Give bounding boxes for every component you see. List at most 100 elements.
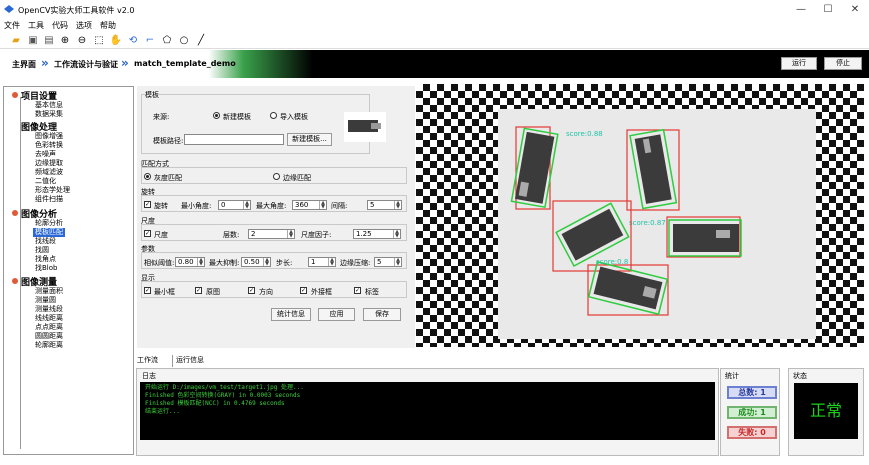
tree-item[interactable]: 找角点 <box>33 255 58 264</box>
folder-open-icon[interactable]: ▰ <box>9 34 23 47</box>
tree-item[interactable]: 色彩转换 <box>33 141 65 150</box>
tree-item[interactable]: 基本信息 <box>33 101 65 110</box>
edge-compress-input[interactable]: 5 ▲ ▼ <box>374 257 402 267</box>
radio-import-template[interactable] <box>270 112 277 119</box>
run-button[interactable]: 运行 <box>781 57 817 70</box>
threshold-input[interactable]: 0.80 ▲ ▼ <box>175 257 205 267</box>
zoom-in-icon[interactable]: ⊕ <box>58 34 72 47</box>
radio-edge-match[interactable] <box>273 173 280 180</box>
window-title: OpenCV实验大师工具软件 v2.0 <box>18 6 135 15</box>
radio-gray-match[interactable] <box>144 173 151 180</box>
breadcrumb-separator: » <box>121 56 129 70</box>
tree-item[interactable]: 组件扫描 <box>33 195 65 204</box>
step-label: 间隔: <box>331 202 348 210</box>
log-console[interactable]: 开始运行 D:/images/vm_test/target1.jpg 处理...… <box>140 382 715 440</box>
tree-item[interactable]: 点点距离 <box>33 323 65 332</box>
detection-score: score:0.87 <box>629 219 666 227</box>
tree-item[interactable]: 找线段 <box>33 237 58 246</box>
pstep-label: 步长: <box>276 259 293 267</box>
rotate-checkbox[interactable]: ✓ <box>144 201 151 208</box>
path-label: 模板路径: <box>153 137 184 145</box>
breadcrumb-home[interactable]: 主界面 <box>12 59 36 70</box>
tree-item[interactable]: 测量面积 <box>33 287 65 296</box>
clipboard-icon[interactable]: ▤ <box>42 34 56 47</box>
stats-button[interactable]: 统计信息 <box>271 308 311 321</box>
save-icon[interactable]: ▣ <box>26 34 40 47</box>
minimize-button[interactable]: — <box>791 4 811 15</box>
tree-item[interactable]: 频域滤波 <box>33 168 65 177</box>
outline-checkbox[interactable]: ✓ <box>195 287 202 294</box>
menu-bar: 文件 工具 代码 选项 帮助 <box>0 20 869 32</box>
tree-item[interactable]: 图像增强 <box>33 132 65 141</box>
tree-item[interactable]: 轮廓分析 <box>33 219 65 228</box>
image-view[interactable]: score:0.88 score:0.87 score:0.8 <box>416 84 864 347</box>
success-count-badge: 成功: 1 <box>727 406 777 419</box>
max-angle-input[interactable]: 360 ▲ ▼ <box>292 200 327 210</box>
scale-factor-input[interactable]: 1.25 ▲ ▼ <box>353 229 401 239</box>
checkbox-label: 尺度 <box>154 231 168 239</box>
direction-checkbox[interactable]: ✓ <box>248 287 255 294</box>
min-angle-input[interactable]: 0 ▲ ▼ <box>218 200 251 210</box>
menu-options[interactable]: 选项 <box>76 20 92 32</box>
maximize-button[interactable]: ☐ <box>818 4 838 15</box>
polygon-icon[interactable]: ⬠ <box>160 34 174 47</box>
step-input[interactable]: 5 ▲ ▼ <box>367 200 402 210</box>
radio-label: 边缘匹配 <box>283 174 311 182</box>
save-button[interactable]: 保存 <box>363 308 401 321</box>
status-title: 状态 <box>793 372 807 380</box>
menu-help[interactable]: 帮助 <box>100 20 116 32</box>
template-path-input[interactable] <box>184 134 284 145</box>
menu-file[interactable]: 文件 <box>4 20 20 32</box>
tab-workflow[interactable]: 工作流 <box>137 355 158 367</box>
scale-checkbox[interactable]: ✓ <box>144 230 151 237</box>
tree-item-selected[interactable]: 模板匹配 <box>33 228 65 237</box>
hand-icon[interactable]: ✋ <box>109 34 123 47</box>
zoom-out-icon[interactable]: ⊖ <box>75 34 89 47</box>
levels-input[interactable]: 2 ▲ ▼ <box>248 229 295 239</box>
tree-item[interactable]: 圆圆距离 <box>33 332 65 341</box>
rotate-icon[interactable]: ⟲ <box>126 34 140 47</box>
checkbox-label: 外接框 <box>311 288 332 296</box>
tree-item[interactable]: 去噪声 <box>33 150 58 159</box>
menu-tools[interactable]: 工具 <box>28 20 44 32</box>
section-title: 模板 <box>145 90 159 100</box>
tree-item[interactable]: 形态学处理 <box>33 186 72 195</box>
tree-item[interactable]: 数据采集 <box>33 110 65 119</box>
tree-item[interactable]: 线线距离 <box>33 314 65 323</box>
apply-button[interactable]: 应用 <box>318 308 355 321</box>
stop-button[interactable]: 停止 <box>824 57 862 70</box>
circle-icon[interactable]: ○ <box>177 34 191 47</box>
select-icon[interactable]: ⬚ <box>92 34 106 47</box>
log-line: Finished 模板匹配(NCC) in 0.4769 seconds <box>145 400 285 407</box>
levels-value: 2 <box>251 230 256 238</box>
tree-item[interactable]: 测量圆 <box>33 296 58 305</box>
crop-icon[interactable]: ⌐ <box>143 34 157 47</box>
tree-item[interactable]: 边缘提取 <box>33 159 65 168</box>
menu-code[interactable]: 代码 <box>52 20 68 32</box>
max-angle-value: 360 <box>295 201 309 209</box>
stats-panel: 统计 总数: 1 成功: 1 失败: 0 <box>720 368 780 456</box>
label-checkbox[interactable]: ✓ <box>354 287 361 294</box>
tab-run-info[interactable]: 运行信息 <box>172 355 204 367</box>
group-icon <box>12 92 18 98</box>
tree-item[interactable]: 找Blob <box>33 264 59 273</box>
line-icon[interactable]: ╱ <box>194 34 208 47</box>
source-label: 来源: <box>153 113 170 121</box>
pstep-input[interactable]: 1 ▲ ▼ <box>308 257 336 267</box>
min-box-checkbox[interactable]: ✓ <box>144 287 151 294</box>
tree-item[interactable]: 轮廓距离 <box>33 341 65 350</box>
group-icon <box>12 278 18 284</box>
new-template-button[interactable]: 新建模板... <box>287 133 332 146</box>
app-icon <box>4 5 14 13</box>
radio-new-template[interactable] <box>213 112 220 119</box>
tree-item[interactable]: 二值化 <box>33 177 58 186</box>
breadcrumb-workflow[interactable]: 工作流设计与验证 <box>54 59 118 70</box>
close-button[interactable]: ✕ <box>845 4 865 15</box>
levels-label: 层数: <box>223 231 240 239</box>
bbox-checkbox[interactable]: ✓ <box>300 287 307 294</box>
radio-label: 导入模板 <box>280 113 308 121</box>
nms-input[interactable]: 0.50 ▲ ▼ <box>241 257 271 267</box>
fail-count-badge: 失败: 0 <box>727 426 777 439</box>
tree-item[interactable]: 测量线段 <box>33 305 65 314</box>
tree-item[interactable]: 找圆 <box>33 246 51 255</box>
